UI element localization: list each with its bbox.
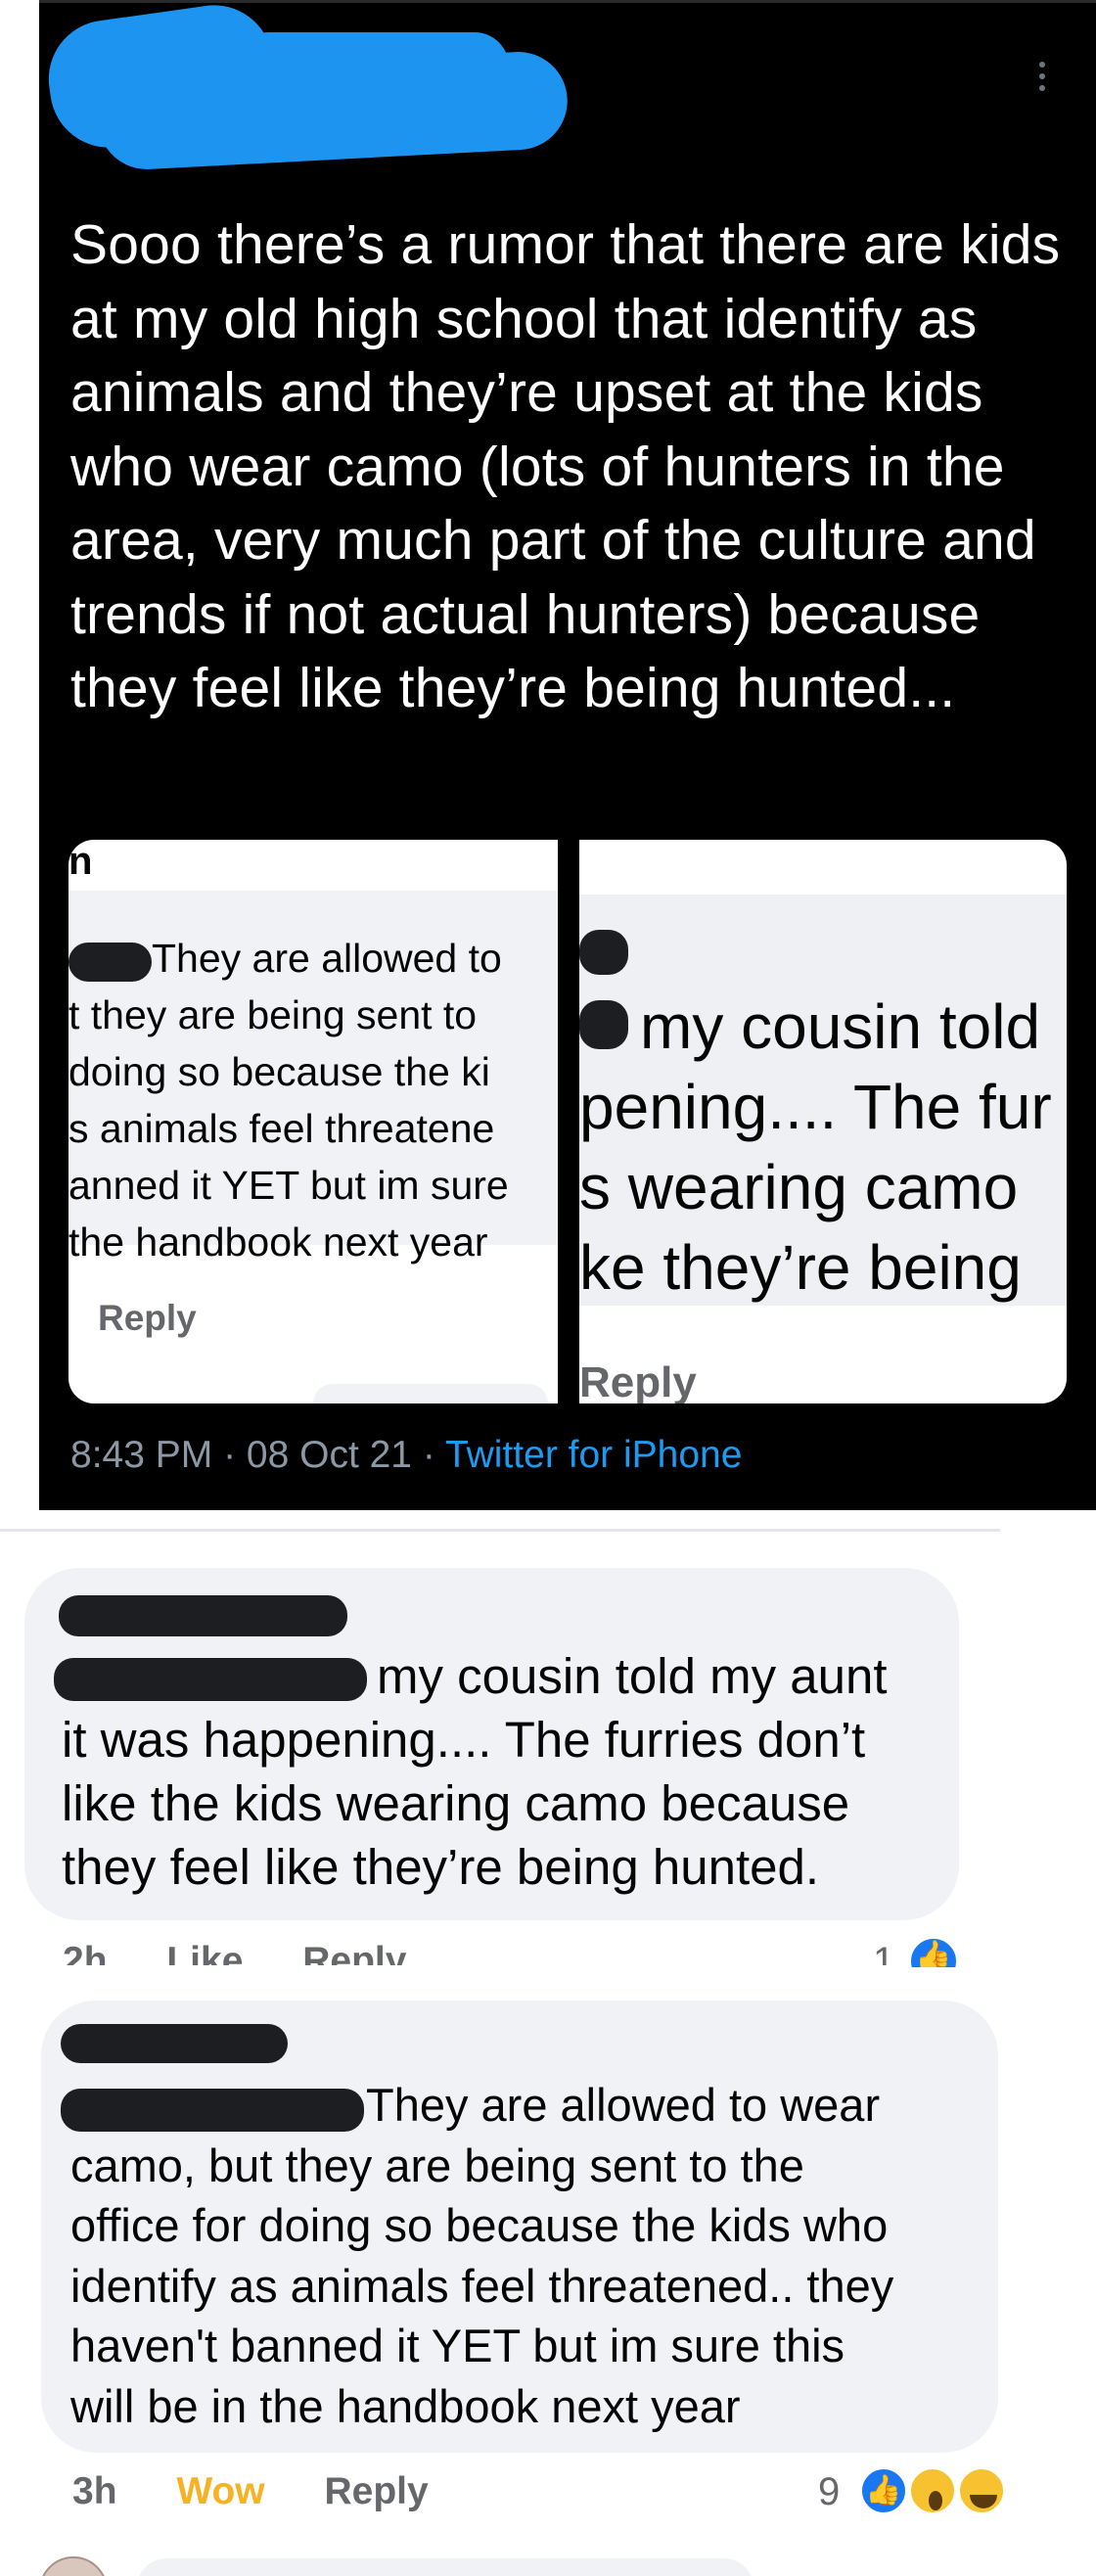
divider xyxy=(0,1529,1000,1532)
tweet-media[interactable]: n They are allowed to t they are being s… xyxy=(68,840,1067,1403)
crop-line: They are allowed to xyxy=(152,936,502,981)
crop-line: doing so because the ki xyxy=(68,1049,490,1094)
comment-text: my cousin told my aunt it was happening.… xyxy=(62,1644,888,1899)
haha-reaction-icon xyxy=(957,2466,1006,2515)
reaction-count[interactable]: 9 xyxy=(818,2470,840,2514)
next-comment-bubble xyxy=(137,2558,754,2576)
like-link[interactable]: Like xyxy=(166,1940,243,1965)
tweet-text: Sooo there’s a rumor that there are kids… xyxy=(70,213,1061,719)
comment-line: like the kids wearing camo because xyxy=(62,1775,850,1831)
crop-line: the handbook next year xyxy=(68,1219,488,1265)
tweet-time: 8:43 PM · 08 Oct 21 · xyxy=(70,1434,445,1476)
comment-text: They are allowed to wear camo, but they … xyxy=(70,2075,893,2436)
comment-bubble: my cousin told my aunt it was happening.… xyxy=(24,1568,959,1920)
reply-link[interactable]: Reply xyxy=(324,2470,428,2513)
comment-line: haven't banned it YET but im sure this xyxy=(70,2320,845,2371)
reaction-count[interactable]: 1 xyxy=(873,1940,894,1965)
crop-line: ke they’re being xyxy=(579,1232,1022,1303)
comment-line: identify as animals feel threatened.. th… xyxy=(70,2259,894,2312)
comment-line: They are allowed to wear xyxy=(366,2079,881,2131)
crop-line: s wearing camo xyxy=(579,1152,1019,1222)
comment-time: 3h xyxy=(72,2470,117,2512)
tweet-timestamp: 8:43 PM · 08 Oct 21 · Twitter for iPhone xyxy=(70,1434,742,1477)
crop-line: s animals feel threatene xyxy=(68,1106,495,1151)
comment-line: they feel like they’re being hunted. xyxy=(62,1839,820,1895)
avatar[interactable] xyxy=(39,2556,108,2576)
comment-line: camo, but they are being sent to the xyxy=(70,2139,804,2191)
comment-actions: 3h Wow Reply xyxy=(72,2470,478,2513)
crop-line: anned it YET but im sure xyxy=(68,1163,509,1208)
media-image-left[interactable]: n They are allowed to t they are being s… xyxy=(68,840,558,1403)
comment-actions: 2h Like Reply xyxy=(63,1940,455,1965)
comment-line: office for doing so because the kids who xyxy=(70,2199,889,2251)
crop-comment-text: my cousin told pening.... The fur s wear… xyxy=(579,987,1052,1308)
tweet-source-link[interactable]: Twitter for iPhone xyxy=(445,1434,742,1476)
crop-next-bubble xyxy=(313,1384,548,1403)
reply-link[interactable]: Reply xyxy=(302,1940,406,1965)
more-vert-icon[interactable] xyxy=(1037,62,1047,97)
commenter-name-redaction xyxy=(59,1595,347,1636)
crop-reply-label: Reply xyxy=(98,1298,197,1338)
comment-bubble: They are allowed to wear camo, but they … xyxy=(41,2001,998,2453)
comment-line: my cousin told my aunt xyxy=(377,1648,888,1704)
comment-time: 2h xyxy=(63,1940,108,1965)
crop-line: t they are being sent to xyxy=(68,992,478,1037)
comment-line: will be in the handbook next year xyxy=(70,2379,741,2432)
crop-reply-label: Reply xyxy=(579,1358,697,1403)
comment-line: it was happening.... The furries don’t xyxy=(62,1712,866,1768)
like-reaction-icon: 👍 xyxy=(859,2466,908,2515)
tweet-card: Sooo there’s a rumor that there are kids… xyxy=(39,0,1096,1510)
crop-name-fragment: n xyxy=(68,840,93,883)
wow-link[interactable]: Wow xyxy=(176,2470,264,2513)
author-redaction xyxy=(235,32,509,101)
crop-comment-text: They are allowed to t they are being sen… xyxy=(68,930,509,1270)
name-redaction xyxy=(579,930,628,975)
commenter-name-redaction xyxy=(61,2024,288,2063)
crop-line: my cousin told xyxy=(640,991,1041,1062)
wow-reaction-icon xyxy=(908,2466,957,2515)
like-reaction-icon: 👍 xyxy=(908,1936,959,1967)
media-image-right[interactable]: my cousin told pening.... The fur s wear… xyxy=(579,840,1067,1403)
crop-line: pening.... The fur xyxy=(579,1072,1052,1142)
